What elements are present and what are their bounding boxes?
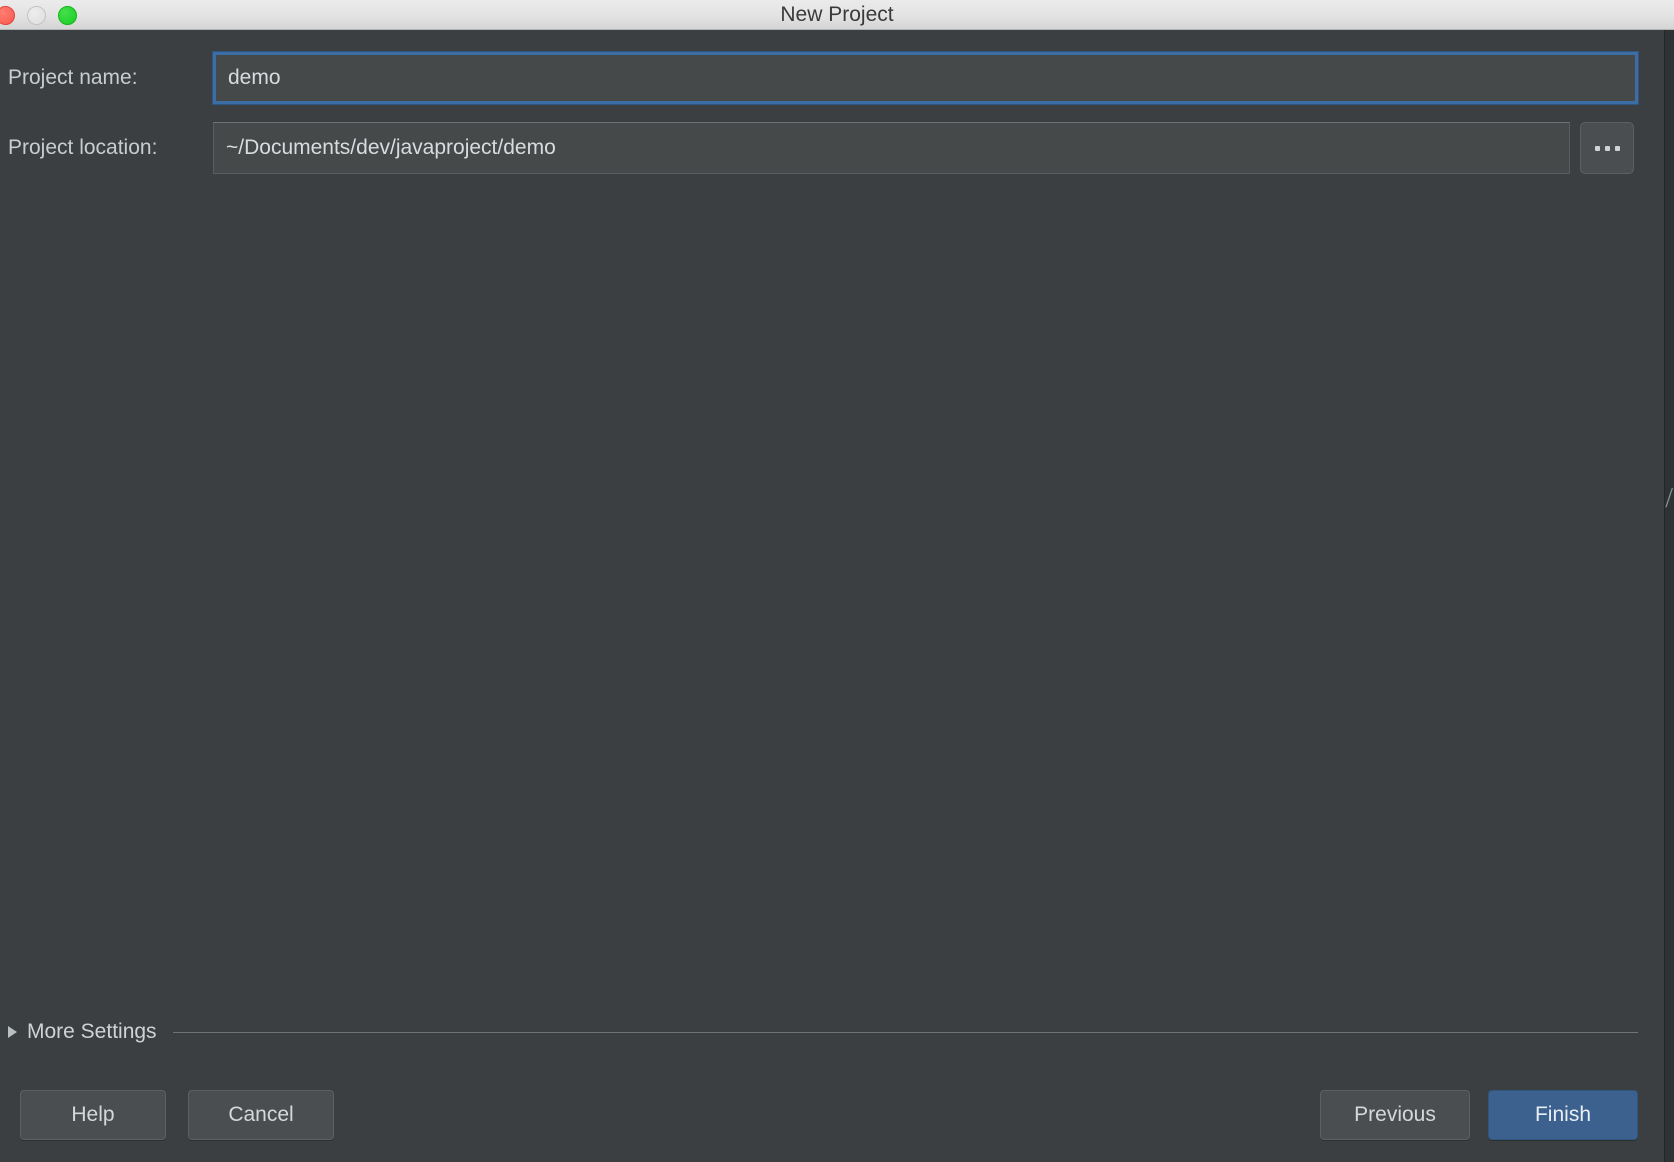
- ellipsis-dot-icon: [1614, 145, 1620, 151]
- help-button[interactable]: Help: [20, 1090, 166, 1140]
- new-project-dialog: New Project / Project name: demo Project…: [0, 0, 1674, 1162]
- more-settings-toggle[interactable]: More Settings: [8, 1012, 1638, 1052]
- ellipsis-dot-icon: [1594, 145, 1600, 151]
- project-name-label: Project name:: [8, 66, 138, 89]
- more-settings-label: More Settings: [27, 1020, 157, 1043]
- window-title: New Project: [780, 3, 894, 26]
- background-window-sliver: /: [1664, 30, 1674, 1162]
- background-glyph: /: [1665, 483, 1673, 514]
- window-titlebar: New Project: [0, 0, 1674, 30]
- browse-location-button[interactable]: ...: [1580, 122, 1634, 174]
- finish-button[interactable]: Finish: [1488, 1090, 1638, 1140]
- cancel-button[interactable]: Cancel: [188, 1090, 334, 1140]
- dialog-button-bar: Help Cancel Previous Finish: [0, 1090, 1674, 1142]
- project-name-input[interactable]: demo: [213, 52, 1638, 104]
- project-location-label: Project location:: [8, 136, 158, 159]
- section-divider: [172, 1031, 1638, 1033]
- project-location-input[interactable]: ~/Documents/dev/javaproject/demo: [213, 122, 1570, 174]
- chevron-right-icon: [8, 1026, 17, 1038]
- project-location-row: Project location: ~/Documents/dev/javapr…: [0, 122, 1634, 174]
- project-name-row: Project name: demo: [0, 52, 1638, 104]
- previous-button[interactable]: Previous: [1320, 1090, 1470, 1140]
- ellipsis-dot-icon: [1604, 145, 1610, 151]
